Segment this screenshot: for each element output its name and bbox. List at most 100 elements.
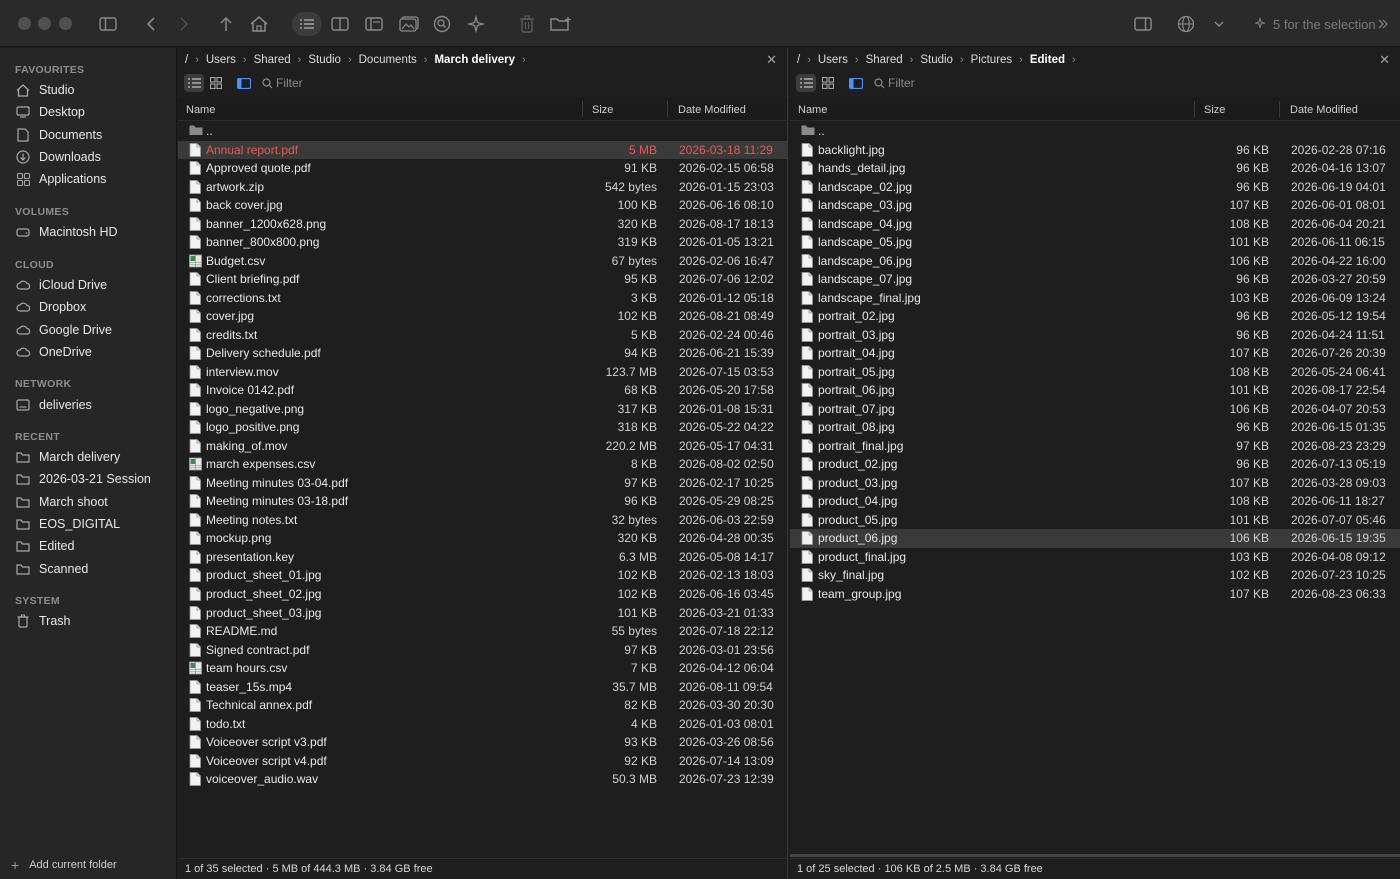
close-pane-icon[interactable]: ✕	[766, 52, 777, 68]
list-view-icon[interactable]	[292, 12, 322, 36]
sidebar-item-desktop[interactable]: Desktop	[15, 102, 85, 122]
file-row[interactable]: Meeting notes.txt 32 bytes 2026-06-03 22:5…	[178, 511, 787, 530]
col-name-header[interactable]: Name	[186, 104, 215, 116]
file-row[interactable]: banner_1200x628.png 320 KB 2026-08-17 18:1…	[178, 215, 787, 234]
sidebar-item-macintosh-hd[interactable]: Macintosh HD	[15, 222, 118, 242]
file-row[interactable]: Client briefing.pdf 95 KB 2026-07-06 12:02	[178, 270, 787, 289]
file-row[interactable]: landscape_07.jpg 96 KB 2026-03-27 20:59	[790, 270, 1400, 289]
file-row[interactable]: product_05.jpg 101 KB 2026-07-07 05:46	[790, 511, 1400, 530]
back-icon[interactable]	[143, 12, 159, 36]
minimize-window-button[interactable]	[38, 17, 51, 30]
sidebar-toggle-icon[interactable]	[97, 12, 119, 36]
file-row[interactable]: landscape_03.jpg 107 KB 2026-06-01 08:01	[790, 196, 1400, 215]
sidebar-item-documents[interactable]: Documents	[15, 125, 102, 145]
file-row[interactable]: back cover.jpg 100 KB 2026-06-16 08:10	[178, 196, 787, 215]
sidebar-item-studio[interactable]: Studio	[15, 80, 74, 100]
file-row[interactable]: product_sheet_03.jpg 101 KB 2026-03-21 01:…	[178, 604, 787, 623]
forward-icon[interactable]	[176, 12, 192, 36]
file-row[interactable]: hands_detail.jpg 96 KB 2026-04-16 13:07	[790, 159, 1400, 178]
sidebar-item-icloud-drive[interactable]: iCloud Drive	[15, 275, 107, 295]
breadcrumb-item[interactable]: /	[185, 54, 188, 66]
file-row[interactable]: Annual report.pdf 5 MB 2026-03-18 11:29	[178, 140, 787, 160]
sidebar-panel-icon[interactable]	[234, 74, 254, 92]
sidebar-item-scanned[interactable]: Scanned	[15, 559, 88, 579]
file-row[interactable]: product_03.jpg 107 KB 2026-03-28 09:03	[790, 474, 1400, 493]
breadcrumb-item[interactable]: Users	[206, 54, 236, 66]
parent-folder-row[interactable]: ..	[790, 122, 1400, 141]
sidebar-item-march-shoot[interactable]: March shoot	[15, 492, 108, 512]
breadcrumb-item[interactable]: Shared	[254, 54, 291, 66]
file-row[interactable]: logo_negative.png 317 KB 2026-01-08 15:31	[178, 400, 787, 419]
file-row[interactable]: making_of.mov 220.2 MB 2026-05-17 04:31	[178, 437, 787, 456]
file-row[interactable]: portrait_05.jpg 108 KB 2026-05-24 06:41	[790, 363, 1400, 382]
file-row[interactable]: portrait_02.jpg 96 KB 2026-05-12 19:54	[790, 307, 1400, 326]
file-row[interactable]: banner_800x800.png 319 KB 2026-01-05 13:21	[178, 233, 787, 252]
col-size-header[interactable]: Size	[592, 104, 613, 116]
grid-view-icon[interactable]	[206, 74, 226, 92]
filter-input[interactable]: Filter	[262, 74, 303, 92]
file-row[interactable]: sky_final.jpg 102 KB 2026-07-23 10:25	[790, 566, 1400, 585]
parent-folder-row[interactable]: ..	[178, 122, 787, 141]
col-date-header[interactable]: Date Modified	[678, 104, 746, 116]
file-row[interactable]: product_04.jpg 108 KB 2026-06-11 18:27	[790, 492, 1400, 511]
col-name-header[interactable]: Name	[798, 104, 827, 116]
breadcrumb-item[interactable]: /	[797, 54, 800, 66]
file-row[interactable]: portrait_07.jpg 106 KB 2026-04-07 20:53	[790, 400, 1400, 419]
file-row[interactable]: portrait_final.jpg 97 KB 2026-08-23 23:29	[790, 437, 1400, 456]
chevron-down-icon[interactable]	[1212, 12, 1226, 36]
grid-view-icon[interactable]	[818, 74, 838, 92]
file-row[interactable]: Voiceover script v4.pdf 92 KB 2026-07-14 1…	[178, 752, 787, 771]
dual-pane-icon[interactable]	[330, 12, 350, 36]
breadcrumb-item[interactable]: Studio	[920, 54, 953, 66]
sidebar-panel-icon[interactable]	[846, 74, 866, 92]
breadcrumb-item[interactable]: Users	[818, 54, 848, 66]
file-row[interactable]: Technical annex.pdf 82 KB 2026-03-30 20:30	[178, 696, 787, 715]
list-view-icon[interactable]	[184, 74, 204, 92]
file-row[interactable]: credits.txt 5 KB 2026-02-24 00:46	[178, 326, 787, 345]
sidebar-item-downloads[interactable]: Downloads	[15, 147, 101, 167]
globe-icon[interactable]	[1176, 12, 1196, 36]
horizontal-scrollbar[interactable]	[790, 854, 1400, 857]
col-size-header[interactable]: Size	[1204, 104, 1225, 116]
file-row[interactable]: logo_positive.png 318 KB 2026-05-22 04:22	[178, 418, 787, 437]
add-current-folder-button[interactable]: + Add current folder	[11, 857, 117, 873]
file-row[interactable]: team hours.csv 7 KB 2026-04-12 06:04	[178, 659, 787, 678]
file-row[interactable]: backlight.jpg 96 KB 2026-02-28 07:16	[790, 141, 1400, 160]
file-row[interactable]: corrections.txt 3 KB 2026-01-12 05:18	[178, 289, 787, 308]
home-icon[interactable]	[249, 12, 269, 36]
close-window-button[interactable]	[18, 17, 31, 30]
file-row[interactable]: Meeting minutes 03-04.pdf 97 KB 2026-02-17…	[178, 474, 787, 493]
parent-folder-icon[interactable]	[217, 12, 235, 36]
file-row[interactable]: Invoice 0142.pdf 68 KB 2026-05-20 17:58	[178, 381, 787, 400]
breadcrumb-item[interactable]: March delivery	[434, 54, 515, 66]
sidebar-item-2026-03-21-session[interactable]: 2026-03-21 Session	[15, 469, 151, 489]
file-row[interactable]: presentation.key 6.3 MB 2026-05-08 14:17	[178, 548, 787, 567]
file-row[interactable]: Signed contract.pdf 97 KB 2026-03-01 23:56	[178, 641, 787, 660]
file-row[interactable]: landscape_04.jpg 108 KB 2026-06-04 20:21	[790, 215, 1400, 234]
list-view-icon[interactable]	[796, 74, 816, 92]
file-row[interactable]: mockup.png 320 KB 2026-04-28 00:35	[178, 529, 787, 548]
file-row[interactable]: artwork.zip 542 bytes 2026-01-15 23:03	[178, 178, 787, 197]
file-row[interactable]: cover.jpg 102 KB 2026-08-21 08:49	[178, 307, 787, 326]
file-row[interactable]: landscape_final.jpg 103 KB 2026-06-09 13:2…	[790, 289, 1400, 308]
file-row[interactable]: Voiceover script v3.pdf 93 KB 2026-03-26 0…	[178, 733, 787, 752]
close-pane-icon[interactable]: ✕	[1379, 52, 1390, 68]
inspector-toggle-icon[interactable]	[1132, 12, 1154, 36]
file-row[interactable]: landscape_06.jpg 106 KB 2026-04-22 16:00	[790, 252, 1400, 271]
sidebar-item-google-drive[interactable]: Google Drive	[15, 320, 112, 340]
file-row[interactable]: portrait_03.jpg 96 KB 2026-04-24 11:51	[790, 326, 1400, 345]
file-row[interactable]: Budget.csv 67 bytes 2026-02-06 16:47	[178, 252, 787, 271]
file-row[interactable]: march expenses.csv 8 KB 2026-08-02 02:50	[178, 455, 787, 474]
sidebar-item-march-delivery[interactable]: March delivery	[15, 447, 120, 467]
zoom-window-button[interactable]	[59, 17, 72, 30]
more-chevrons-icon[interactable]	[1376, 12, 1390, 36]
file-row[interactable]: product_sheet_02.jpg 102 KB 2026-06-16 03:…	[178, 585, 787, 604]
file-row[interactable]: landscape_05.jpg 101 KB 2026-06-11 06:15	[790, 233, 1400, 252]
new-folder-icon[interactable]	[549, 12, 573, 36]
file-row[interactable]: product_06.jpg 106 KB 2026-06-15 19:35	[790, 529, 1400, 548]
file-row[interactable]: landscape_02.jpg 96 KB 2026-06-19 04:01	[790, 178, 1400, 197]
sidebar-item-eos-digital[interactable]: EOS_DIGITAL	[15, 514, 120, 534]
file-row[interactable]: portrait_04.jpg 107 KB 2026-07-26 20:39	[790, 344, 1400, 363]
file-row[interactable]: voiceover_audio.wav 50.3 MB 2026-07-23 12:…	[178, 770, 787, 789]
file-row[interactable]: product_02.jpg 96 KB 2026-07-13 05:19	[790, 455, 1400, 474]
